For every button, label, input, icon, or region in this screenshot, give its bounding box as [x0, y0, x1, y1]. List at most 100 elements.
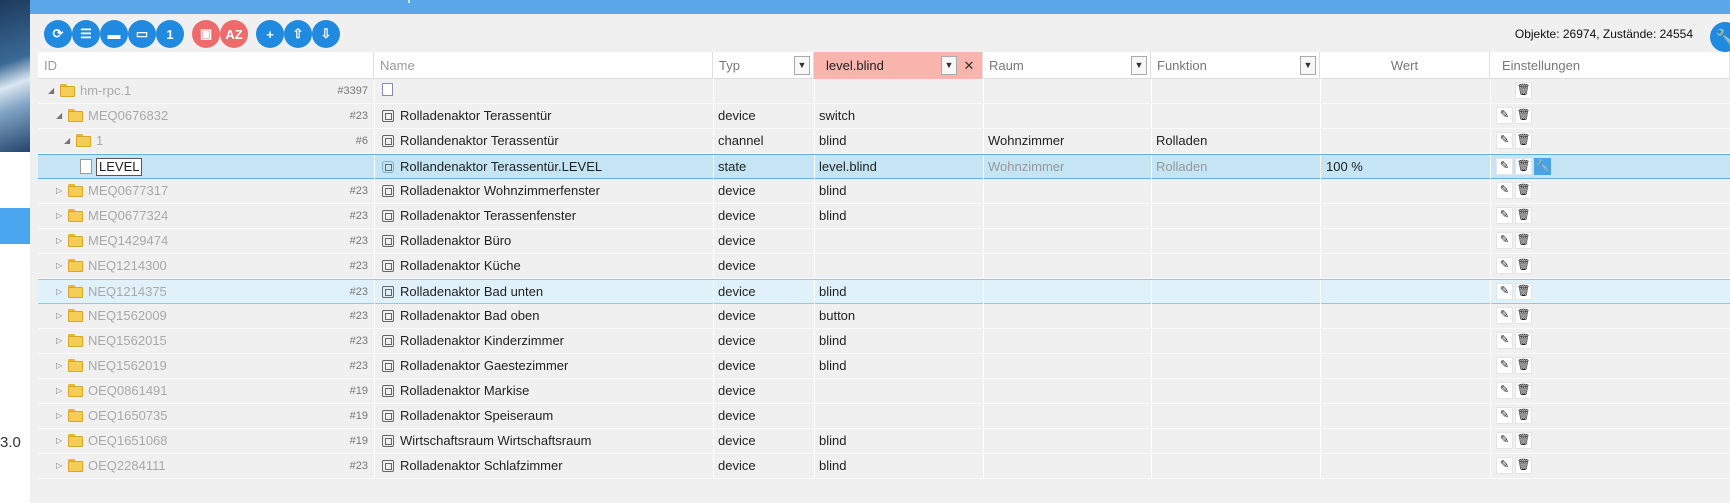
refresh-button[interactable]: ⟳ — [44, 20, 72, 48]
table-row[interactable]: ▷ MEQ0677317 #23 Rolladenaktor Wohnzimmerfe… — [38, 179, 1730, 204]
delete-trash-icon[interactable]: 🗑 — [1515, 232, 1532, 249]
table-row[interactable]: ▷ OEQ1650735 #19 Rolladenaktor Speiseraum de… — [38, 404, 1730, 429]
table-row[interactable]: ▷ MEQ1429474 #23 Rolladenaktor Büro device ✎ 🗑 — [38, 229, 1730, 254]
download-button[interactable]: ⇩ — [312, 20, 340, 48]
row-role: blind — [819, 358, 847, 373]
delete-trash-icon[interactable]: 🗑 — [1515, 107, 1532, 124]
edit-pencil-icon[interactable]: ✎ — [1496, 232, 1513, 249]
header-raum[interactable]: Raum — [983, 52, 1151, 79]
table-row[interactable]: ▷ OEQ1651068 #19 Wirtschaftsraum Wirtschaft… — [38, 429, 1730, 454]
row-child-count: #23 — [349, 310, 368, 322]
edit-pencil-icon[interactable]: ✎ — [1496, 182, 1513, 199]
delete-trash-icon[interactable]: 🗑 — [1515, 332, 1532, 349]
expand-toggle-icon[interactable]: ◢ — [64, 129, 70, 153]
folder-icon — [68, 409, 83, 422]
edit-pencil-icon[interactable]: ✎ — [1496, 283, 1513, 300]
row-name: Rollandenaktor Terassentür — [400, 133, 559, 148]
table-row[interactable]: ▷ OEQ0861491 #19 Rolladenaktor Markise devic… — [38, 379, 1730, 404]
table-row[interactable]: ◢ MEQ0676832 #23 Rolladenaktor Terassentür d… — [38, 104, 1730, 129]
table-row[interactable]: ◢ 1 #6 Rollandenaktor Terassentür channel bli… — [38, 129, 1730, 154]
header-wert[interactable]: Wert — [1320, 52, 1490, 79]
expand-toggle-icon[interactable]: ▷ — [56, 329, 62, 353]
raum-filter-dropdown[interactable]: ▼ — [1131, 56, 1147, 75]
expand-toggle-icon[interactable]: ▷ — [56, 254, 62, 278]
edit-pencil-icon[interactable]: ✎ — [1496, 132, 1513, 149]
grid-body: ◢ hm-rpc.1 #3397 🗑 ◢ MEQ0676832 #23 Rolladenakt… — [38, 79, 1730, 479]
table-row[interactable]: ◢ hm-rpc.1 #3397 🗑 — [38, 79, 1730, 104]
user-button[interactable]: ▣ — [192, 20, 220, 48]
delete-trash-icon[interactable]: 🗑 — [1515, 82, 1532, 99]
expand-toggle-icon[interactable]: ▷ — [56, 204, 62, 228]
edit-pencil-icon[interactable]: ✎ — [1496, 432, 1513, 449]
table-row[interactable]: LEVEL Rollandenaktor Terassentür.LEVEL sta… — [38, 154, 1730, 179]
edit-pencil-icon[interactable]: ✎ — [1496, 457, 1513, 474]
expand-toggle-icon[interactable]: ▷ — [56, 454, 62, 478]
table-row[interactable]: ▷ MEQ0677324 #23 Rolladenaktor Terassenfens… — [38, 204, 1730, 229]
settings-wrench-icon[interactable]: 🔧 — [1710, 22, 1730, 52]
expand-toggle-icon[interactable]: ▷ — [56, 280, 62, 304]
clear-filter-close-icon[interactable]: ✕ — [958, 52, 980, 79]
delete-trash-icon[interactable]: 🗑 — [1515, 207, 1532, 224]
edit-pencil-icon[interactable]: ✎ — [1496, 407, 1513, 424]
custom-settings-wrench-icon[interactable]: 🔧 — [1534, 158, 1551, 175]
folder-button[interactable]: ▬ — [100, 20, 128, 48]
row-value[interactable]: 100 % — [1326, 155, 1363, 179]
edit-pencil-icon[interactable]: ✎ — [1496, 382, 1513, 399]
delete-trash-icon[interactable]: 🗑 — [1515, 432, 1532, 449]
table-row[interactable]: ▷ NEQ1562009 #23 Rolladenaktor Bad oben devi… — [38, 304, 1730, 329]
row-function: Rolladen — [1156, 159, 1208, 174]
expand-toggle-icon[interactable]: ▷ — [56, 179, 62, 203]
delete-trash-icon[interactable]: 🗑 — [1515, 382, 1532, 399]
table-row[interactable]: ▷ NEQ1214300 #23 Rolladenaktor Küche device ✎… — [38, 254, 1730, 279]
delete-trash-icon[interactable]: 🗑 — [1515, 357, 1532, 374]
expand-toggle-icon[interactable]: ◢ — [48, 79, 54, 103]
row-child-count: #19 — [349, 410, 368, 422]
expand-toggle-icon[interactable]: ▷ — [56, 404, 62, 428]
expand-toggle-icon[interactable]: ▷ — [56, 379, 62, 403]
row-name: Rolladenaktor Wohnzimmerfenster — [400, 183, 600, 198]
expand-toggle-icon[interactable]: ◢ — [56, 104, 62, 128]
header-name[interactable]: Name — [374, 52, 713, 79]
table-row[interactable]: ▷ NEQ1562015 #23 Rolladenaktor Kinderzimmer… — [38, 329, 1730, 354]
header-funktion[interactable]: Funktion — [1151, 52, 1320, 79]
edit-pencil-icon[interactable]: ✎ — [1496, 357, 1513, 374]
edit-pencil-icon[interactable]: ✎ — [1496, 107, 1513, 124]
delete-trash-icon[interactable]: 🗑 — [1515, 307, 1532, 324]
row-role: level.blind — [819, 159, 877, 174]
left-selected-item[interactable] — [0, 208, 30, 244]
table-row[interactable]: ▷ NEQ1562019 #23 Rolladenaktor Gaestezimmer… — [38, 354, 1730, 379]
list-view-button[interactable]: ☰ — [72, 20, 100, 48]
expand-toggle-icon[interactable]: ▷ — [56, 354, 62, 378]
edit-pencil-icon[interactable]: ✎ — [1496, 158, 1513, 175]
expand-toggle-icon[interactable]: ▷ — [56, 429, 62, 453]
delete-trash-icon[interactable]: 🗑 — [1515, 132, 1532, 149]
expand-toggle-icon[interactable]: ▷ — [56, 229, 62, 253]
delete-trash-icon[interactable]: 🗑 — [1515, 158, 1532, 175]
delete-trash-icon[interactable]: 🗑 — [1515, 407, 1532, 424]
delete-trash-icon[interactable]: 🗑 — [1515, 283, 1532, 300]
row-name: Rolladenaktor Bad unten — [400, 284, 544, 299]
folder-icon — [76, 134, 91, 147]
page-button[interactable]: 1 — [156, 20, 184, 48]
edit-pencil-icon[interactable]: ✎ — [1496, 332, 1513, 349]
table-row[interactable]: ▷ NEQ1214375 #23 Rolladenaktor Bad unten dev… — [38, 279, 1730, 304]
sort-az-button[interactable]: AZ — [220, 20, 248, 48]
table-row[interactable]: ▷ OEQ2284111 #23 Rolladenaktor Schlafzimmer… — [38, 454, 1730, 479]
delete-trash-icon[interactable]: 🗑 — [1515, 457, 1532, 474]
add-button[interactable]: + — [256, 20, 284, 48]
delete-trash-icon[interactable]: 🗑 — [1515, 182, 1532, 199]
folder-open-button[interactable]: ▭ — [128, 20, 156, 48]
edit-pencil-icon[interactable]: ✎ — [1496, 257, 1513, 274]
delete-trash-icon[interactable]: 🗑 — [1515, 257, 1532, 274]
expand-toggle-icon[interactable]: ▷ — [56, 304, 62, 328]
edit-pencil-icon[interactable]: ✎ — [1496, 307, 1513, 324]
edit-pencil-icon[interactable]: ✎ — [1496, 207, 1513, 224]
header-einstellungen[interactable]: Einstellungen — [1490, 52, 1730, 79]
device-icon — [382, 460, 394, 472]
typ-filter-dropdown[interactable]: ▼ — [794, 56, 810, 75]
upload-button[interactable]: ⇧ — [284, 20, 312, 48]
row-type: device — [718, 284, 756, 299]
header-id[interactable]: ID — [38, 52, 374, 79]
funktion-filter-dropdown[interactable]: ▼ — [1300, 56, 1316, 75]
role-filter-dropdown[interactable]: ▼ — [941, 56, 957, 75]
